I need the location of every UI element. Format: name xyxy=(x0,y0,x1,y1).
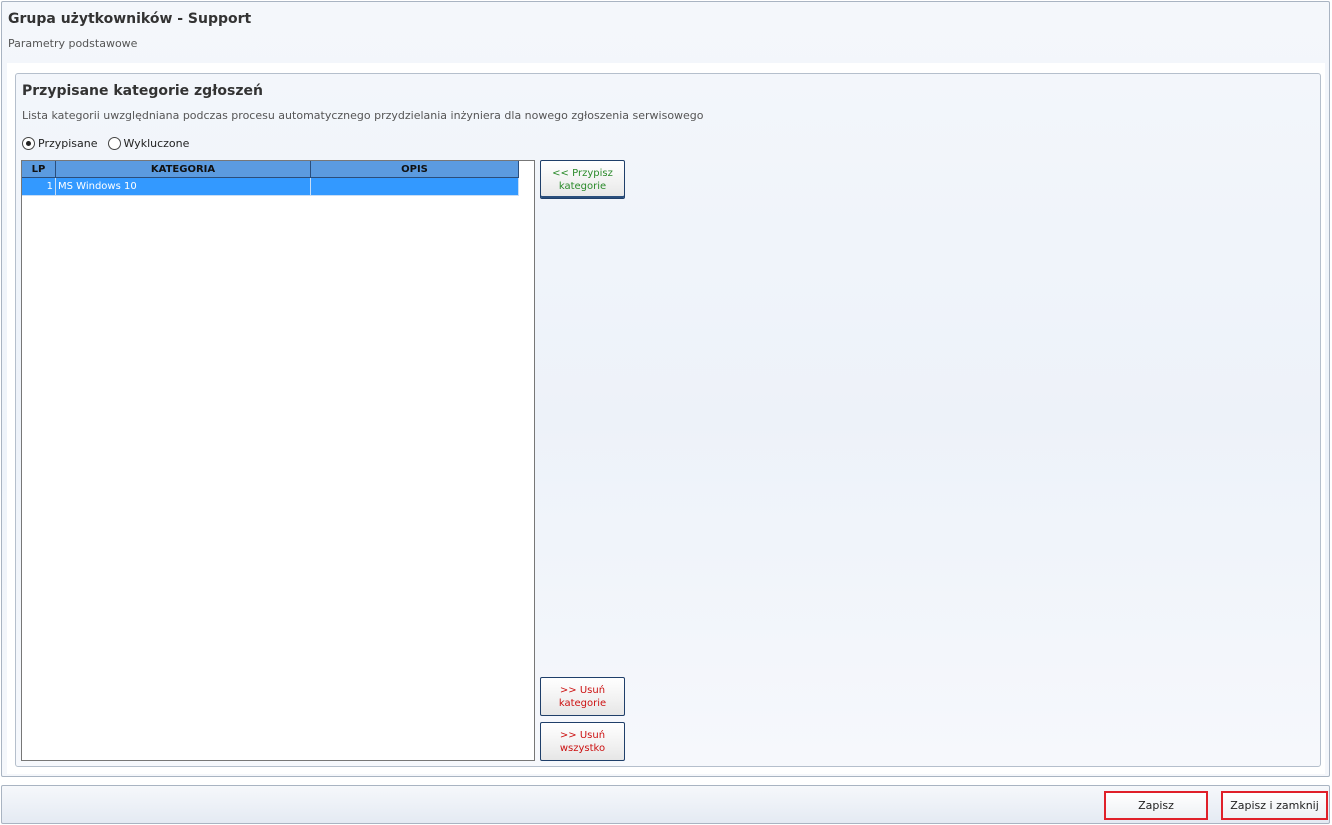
categories-grid[interactable]: LP KATEGORIA OPIS 1 MS Windows 10 xyxy=(21,160,535,761)
cell-lp: 1 xyxy=(22,178,56,196)
radio-excluded-circle[interactable] xyxy=(107,137,121,150)
column-header-opis[interactable]: OPIS xyxy=(311,161,519,178)
column-header-kategoria[interactable]: KATEGORIA xyxy=(56,161,311,178)
assign-category-button[interactable]: << Przypisz kategorie xyxy=(540,160,625,199)
remove-all-button[interactable]: >> Usuń wszystko xyxy=(540,722,625,761)
page-subtitle: Parametry podstawowe xyxy=(8,37,138,50)
radio-assigned[interactable]: Przypisane xyxy=(22,137,98,150)
radio-assigned-circle[interactable] xyxy=(22,137,35,150)
radio-assigned-label: Przypisane xyxy=(38,137,98,150)
column-header-lp[interactable]: LP xyxy=(22,161,56,178)
filter-radio-group: Przypisane Wykluczone xyxy=(22,137,199,150)
radio-excluded[interactable]: Wykluczone xyxy=(107,137,190,150)
page-title: Grupa użytkowników - Support xyxy=(8,11,252,27)
assigned-categories-section: Przypisane kategorie zgłoszeń Lista kate… xyxy=(15,73,1321,767)
remove-category-button[interactable]: >> Usuń kategorie xyxy=(540,677,625,716)
content-area: Przypisane kategorie zgłoszeń Lista kate… xyxy=(7,63,1325,774)
section-title: Przypisane kategorie zgłoszeń xyxy=(22,83,263,99)
save-and-close-button[interactable]: Zapisz i zamknij xyxy=(1221,791,1328,820)
main-panel: Grupa użytkowników - Support Parametry p… xyxy=(1,1,1330,777)
section-description: Lista kategorii uwzględniana podczas pro… xyxy=(22,109,704,122)
save-button[interactable]: Zapisz xyxy=(1104,791,1208,820)
grid-header: LP KATEGORIA OPIS xyxy=(22,161,519,178)
cell-kategoria: MS Windows 10 xyxy=(56,178,311,196)
footer-bar: Zapisz Zapisz i zamknij xyxy=(1,785,1330,824)
cell-opis xyxy=(311,178,519,196)
table-row[interactable]: 1 MS Windows 10 xyxy=(22,178,519,196)
radio-excluded-label: Wykluczone xyxy=(123,137,190,150)
